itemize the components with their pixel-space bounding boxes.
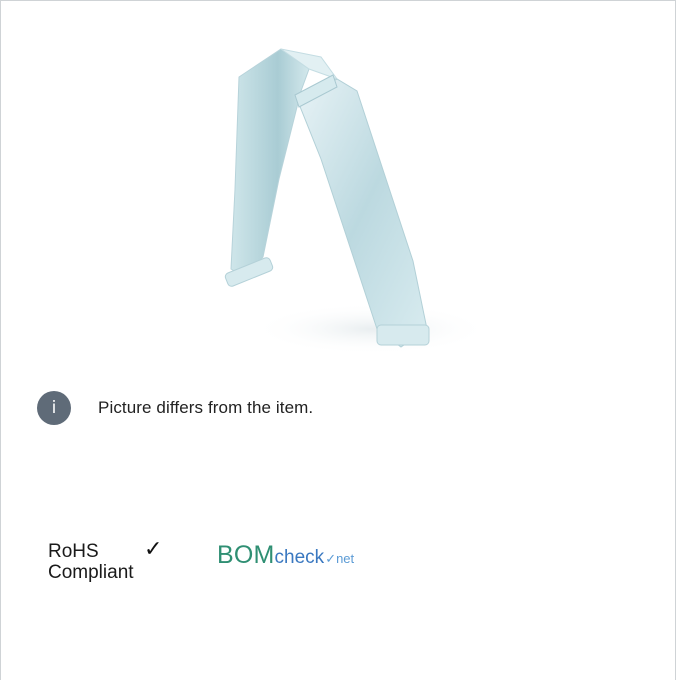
picture-note: i Picture differs from the item.: [37, 390, 313, 426]
bomcheck-logo-part2: check: [274, 547, 325, 568]
product-image: [224, 48, 491, 355]
checkmark-icon: ✓: [144, 537, 163, 562]
rohs-compliant-badge: RoHS ✓ Compliant: [48, 537, 188, 595]
picture-note-text: Picture differs from the item.: [98, 398, 314, 417]
info-icon: i: [37, 391, 71, 425]
bomcheck-logo-part1: BOM: [217, 541, 275, 569]
product-gallery-panel: i Picture differs from the item. RoHS ✓ …: [0, 0, 676, 680]
rohs-compliant-label: Compliant: [48, 562, 134, 583]
bomcheck-logo[interactable]: BOM check ✓net: [217, 541, 354, 575]
rohs-label: RoHS: [48, 541, 99, 562]
bomcheck-logo-part3: ✓net: [325, 551, 355, 566]
